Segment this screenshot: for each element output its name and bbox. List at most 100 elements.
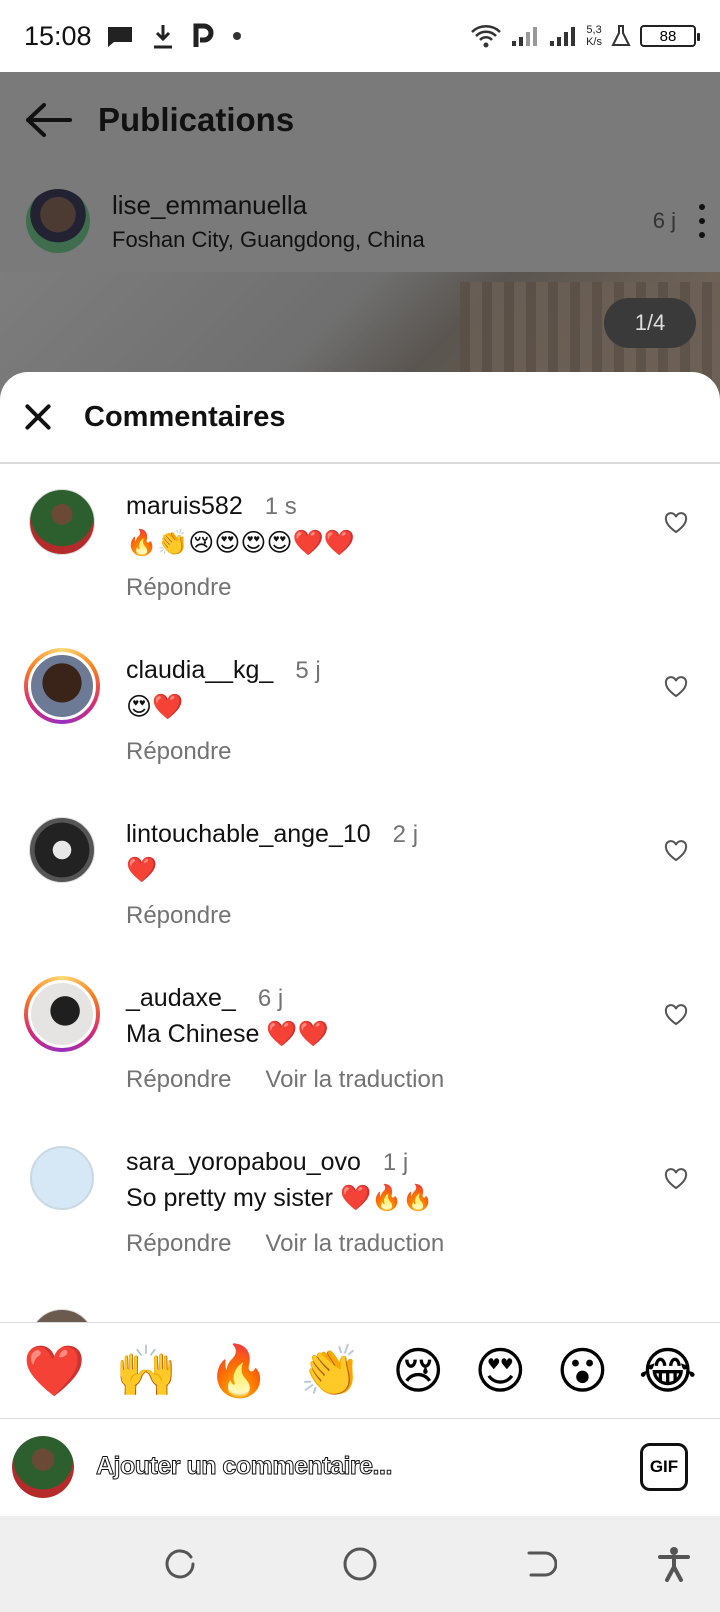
comment-body: So pretty my sister [126,1184,333,1212]
dot-icon [232,32,241,40]
commenter-avatar[interactable] [24,976,100,1052]
heart-outline-icon[interactable] [664,840,688,862]
comment-text: So pretty my sister ❤️🔥🔥 [126,1184,433,1213]
comments-title: Commentaires [84,400,286,433]
reaction-surprised[interactable]: 😮 [556,1346,608,1396]
comment-item: claudia__kg_ 5 j 😍❤️ Répondre [0,630,720,794]
download-icon [153,25,172,49]
comment-item: maruis582 1 s 🔥👏😢😍😍😍❤️❤️ Répondre [0,466,720,630]
comment-username[interactable]: _audaxe_ [126,984,236,1013]
comment-emoji: ❤️❤️ [266,1020,329,1048]
commenter-avatar[interactable] [24,484,100,560]
comment-meta: sara_yoropabou_ovo 1 j [126,1148,408,1177]
reply-button[interactable]: Répondre [126,574,231,602]
comment-text: 😍❤️ [126,692,183,722]
net-speed-value: 5,3 [586,24,602,36]
reaction-heart-eyes[interactable]: 😍 [474,1346,526,1396]
system-nav-bar [0,1516,720,1612]
comment-actions: Répondre [126,738,231,766]
signal-icon-2 [550,27,576,46]
comment-username[interactable]: sara_yoropabou_ovo [126,1148,361,1177]
back-arrow-icon[interactable] [24,102,72,138]
reaction-raised-hands[interactable]: 🙌 [115,1346,177,1396]
comment-input[interactable]: Ajouter un commentaire... [96,1452,640,1481]
reaction-heart[interactable]: ❤️ [23,1346,85,1396]
battery-indicator: 88 [640,25,700,47]
more-options-icon[interactable] [698,204,706,238]
net-speed-unit: K/s [586,36,602,48]
comment-time: 6 j [257,985,284,1012]
comment-emoji: ❤️ [126,856,158,884]
home-icon[interactable] [338,1542,382,1586]
heart-outline-icon[interactable] [664,1004,688,1026]
reply-button[interactable]: Répondre [126,738,231,766]
comment-body: Ma Chinese [126,1020,260,1048]
comment-username[interactable]: lintouchable_ange_10 [126,820,371,849]
comment-meta: maruis582 1 s [126,492,297,521]
comment-actions: Répondre Voir la traduction [126,1230,444,1258]
comment-username[interactable]: maruis582 [126,492,243,521]
current-user-avatar [12,1435,74,1498]
author-avatar[interactable] [26,189,90,253]
comment-username[interactable]: claudia__kg_ [126,656,273,685]
comment-emoji: 😍❤️ [126,693,184,721]
comment-emoji: ❤️🔥🔥 [339,1184,434,1212]
post-header: Publications [0,72,720,168]
commenter-avatar[interactable] [24,812,100,888]
see-translation-button[interactable]: Voir la traduction [265,1230,444,1258]
commenter-avatar[interactable] [24,1140,100,1216]
author-info: lise_emmanuella Foshan City, Guangdong, … [112,190,653,253]
heart-outline-icon[interactable] [664,1168,688,1190]
gif-button[interactable]: GIF [640,1442,688,1491]
comment-actions: Répondre Voir la traduction [126,1066,444,1094]
comment-actions: Répondre [126,574,231,602]
post-time: 6 j [652,208,676,233]
net-speed: 5,3 K/s [586,24,602,48]
accessibility-icon[interactable] [652,1542,696,1586]
heart-outline-icon[interactable] [664,676,688,698]
reply-button[interactable]: Répondre [126,1066,231,1094]
message-icon [107,27,132,47]
comment-item: sara_yoropabou_ovo 1 j So pretty my sist… [0,1122,720,1286]
comment-time: 2 j [392,821,419,848]
close-icon[interactable] [24,403,52,431]
status-system-icons: 5,3 K/s 88 [470,23,700,49]
reply-button[interactable]: Répondre [126,902,231,930]
comment-time: 5 j [295,657,321,684]
reaction-crying[interactable]: 😢 [392,1346,444,1396]
reaction-laughing[interactable]: 😂 [639,1346,697,1396]
recent-apps-icon[interactable] [158,1542,202,1586]
comment-item: lintouchable_ange_10 2 j ❤️ Répondre [0,794,720,958]
author-username[interactable]: lise_emmanuella [112,190,653,221]
heart-outline-icon[interactable] [664,512,688,534]
page-counter: 1/4 [604,298,696,348]
status-bar: 15:08 5,3 K/s 88 [0,0,720,72]
comment-meta: _audaxe_ 6 j [126,984,283,1013]
post-location[interactable]: Foshan City, Guangdong, China [112,227,653,253]
comment-text: Ma Chinese ❤️❤️ [126,1020,329,1049]
wifi-icon [471,25,501,48]
signal-icon-1 [512,27,538,46]
comment-time: 1 j [382,1149,409,1176]
comment-time: 1 s [264,493,297,520]
status-notification-icons [106,23,242,49]
comment-meta: claudia__kg_ 5 j [126,656,321,685]
reaction-clap[interactable]: 👏 [300,1346,362,1396]
comment-text: 🔥👏😢😍😍😍❤️❤️ [126,528,355,558]
reaction-fire[interactable]: 🔥 [208,1346,270,1396]
quick-reaction-bar: ❤️ 🙌 🔥 👏 😢 😍 😮 😂 [0,1322,720,1418]
post-author: lise_emmanuella Foshan City, Guangdong, … [26,176,706,266]
comment-actions: Répondre [126,902,231,930]
comment-meta: lintouchable_ange_10 2 j [126,820,418,849]
back-nav-icon[interactable] [518,1542,562,1586]
comment-item: _audaxe_ 6 j Ma Chinese ❤️❤️ Répondre Vo… [0,958,720,1122]
see-translation-button[interactable]: Voir la traduction [265,1066,444,1094]
comments-header: Commentaires [0,372,720,464]
comment-text: ❤️ [126,856,157,885]
commenter-avatar[interactable] [24,648,100,724]
add-comment-bar: Ajouter un commentaire... GIF [0,1418,720,1514]
reply-button[interactable]: Répondre [126,1230,231,1258]
battery-level: 88 [659,27,677,45]
flask-icon [611,25,631,46]
p-app-icon [193,23,214,47]
